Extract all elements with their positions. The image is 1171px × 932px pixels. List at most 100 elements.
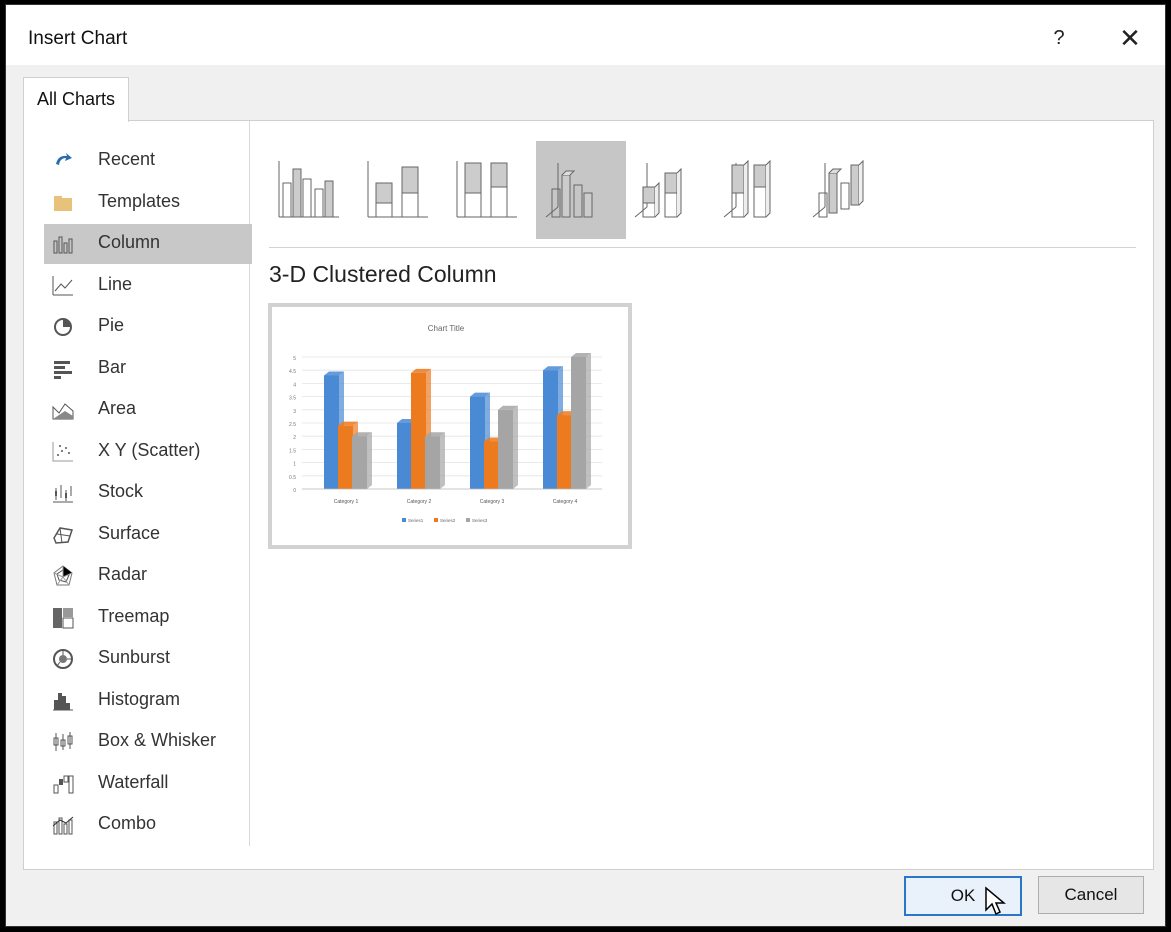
radar-chart-icon [53, 565, 73, 586]
y-tick-label: 4.5 [289, 369, 296, 375]
y-tick-label: 3.5 [289, 396, 296, 402]
subtype-3d-stacked-column[interactable] [625, 141, 715, 239]
sidebar-item-x-y-scatter[interactable]: X Y (Scatter) [44, 432, 252, 472]
clustered-column-icon [278, 161, 339, 218]
templates-folder-icon [54, 195, 72, 211]
sidebar-item-label: X Y (Scatter) [98, 439, 201, 460]
subtype-3d-clustered-column[interactable] [536, 141, 626, 239]
insert-chart-dialog: Insert Chart ? ✕ All Charts Recent Templa… [5, 4, 1166, 927]
sidebar-item-label: Line [98, 273, 133, 294]
y-tick-label: 3 [293, 409, 296, 415]
sidebar-item-combo[interactable]: Combo [44, 805, 252, 845]
sidebar-item-label: Box & Whisker [98, 730, 217, 750]
sidebar-item-radar[interactable]: Radar [44, 556, 252, 596]
bar-side [440, 432, 445, 489]
area-chart-icon [52, 403, 74, 420]
3d-clustered-column-icon [545, 163, 593, 218]
legend-swatch [434, 518, 438, 522]
subtype-3d-100-stacked-column[interactable] [714, 141, 804, 239]
mouse-pointer-icon [985, 886, 1006, 916]
bar-side [367, 432, 372, 489]
y-tick-label: 4 [293, 382, 296, 388]
chart-category-list: Recent Templates Column Line Pie Bar Area X Y (… [24, 121, 252, 846]
sidebar-item-sunburst[interactable]: Sunburst [44, 639, 252, 679]
category-label: Category 1 [334, 499, 359, 505]
scatter-chart-icon [52, 441, 73, 461]
histogram-chart-icon [53, 692, 73, 710]
category-label: Category 2 [407, 499, 432, 505]
bar-series3-4 [571, 357, 586, 489]
subtype-clustered-column[interactable] [269, 141, 359, 239]
sidebar-item-templates[interactable]: Templates [44, 183, 252, 223]
cancel-button[interactable]: Cancel [1038, 876, 1144, 914]
y-tick-label: 2.5 [289, 422, 296, 428]
y-tick-label: 0 [293, 488, 296, 494]
subtype-3d-column[interactable] [803, 141, 893, 239]
bar-series2-2 [411, 372, 426, 489]
preview-chart-svg: Chart Title 0 0.5 1 1.5 2 2.5 3 3.5 4 4.5 5 Category… [289, 324, 602, 523]
sidebar-item-histogram[interactable]: Histogram [44, 681, 252, 721]
sidebar-item-label: Combo [98, 813, 157, 833]
100-stacked-column-icon [456, 161, 517, 218]
sidebar-item-surface[interactable]: Surface [44, 515, 252, 555]
sidebar-item-waterfall[interactable]: Waterfall [44, 764, 252, 804]
sidebar-item-recent[interactable]: Recent [44, 141, 252, 181]
chart-panel: Recent Templates Column Line Pie Bar Area X Y (… [23, 120, 1154, 870]
sidebar-item-label: Templates [98, 190, 181, 211]
sidebar-item-area[interactable]: Area [44, 390, 252, 430]
bar-series2-1 [338, 425, 353, 489]
gallery-divider [269, 247, 1136, 248]
category-label: Category 4 [553, 499, 578, 505]
y-tick-label: 5 [293, 356, 296, 362]
sidebar-item-stock[interactable]: Stock [44, 473, 252, 513]
legend-label: Series3 [472, 518, 488, 523]
sidebar-item-line[interactable]: Line [44, 266, 252, 306]
subtype-name: 3-D Clustered Column [269, 261, 497, 287]
bar-series3-3 [498, 409, 513, 489]
chart-subtype-gallery [269, 141, 1139, 239]
bar-series3-2 [425, 436, 440, 489]
sidebar-item-label: Radar [98, 564, 148, 584]
sidebar-item-column[interactable]: Column [44, 224, 252, 264]
treemap-chart-icon [53, 607, 74, 628]
subtype-stacked-column[interactable] [358, 141, 448, 239]
sidebar-item-label: Bar [98, 356, 127, 377]
sidebar-item-pie[interactable]: Pie [44, 307, 252, 347]
bar-series2-3 [484, 441, 499, 489]
y-tick-label: 0.5 [289, 475, 296, 481]
sidebar-item-label: Sunburst [98, 647, 171, 667]
bar-series1-1 [324, 375, 339, 489]
pie-chart-icon [54, 318, 72, 336]
sidebar-item-box-whisker[interactable]: Box & Whisker [44, 722, 252, 762]
category-label: Category 3 [480, 499, 505, 505]
sidebar-item-bar[interactable]: Bar [44, 349, 252, 389]
sidebar-item-label: Surface [98, 522, 161, 543]
bar-series1-2 [397, 423, 412, 489]
legend-swatch [402, 518, 406, 522]
box-whisker-chart-icon [53, 732, 73, 751]
legend-label: Series1 [408, 518, 424, 523]
y-tick-label: 1 [293, 462, 296, 468]
help-button[interactable]: ? [1044, 23, 1074, 53]
sidebar-item-label: Column [98, 232, 161, 252]
close-button[interactable]: ✕ [1115, 23, 1145, 53]
sidebar-item-label: Pie [98, 315, 125, 335]
stock-chart-icon [53, 485, 73, 503]
bar-side [586, 353, 591, 489]
waterfall-chart-icon [53, 775, 74, 793]
stacked-column-icon [367, 161, 428, 218]
recent-icon [56, 153, 72, 165]
chart-preview[interactable]: Chart Title 0 0.5 1 1.5 2 2.5 3 3.5 4 4.5 5 Category… [268, 303, 632, 549]
dialog-title: Insert Chart [28, 28, 128, 49]
sidebar-item-label: Recent [98, 149, 156, 169]
tab-all-charts[interactable]: All Charts [23, 77, 130, 122]
bar-side [513, 405, 518, 489]
subtype-100-stacked-column[interactable] [447, 141, 537, 239]
legend-swatch [466, 518, 470, 522]
line-chart-icon [52, 275, 73, 295]
surface-chart-icon [53, 526, 73, 544]
legend-label: Series2 [440, 518, 456, 523]
sidebar-item-treemap[interactable]: Treemap [44, 598, 252, 638]
y-tick-label: 1.5 [289, 448, 296, 454]
title-bar: Insert Chart ? ✕ [6, 5, 1165, 65]
